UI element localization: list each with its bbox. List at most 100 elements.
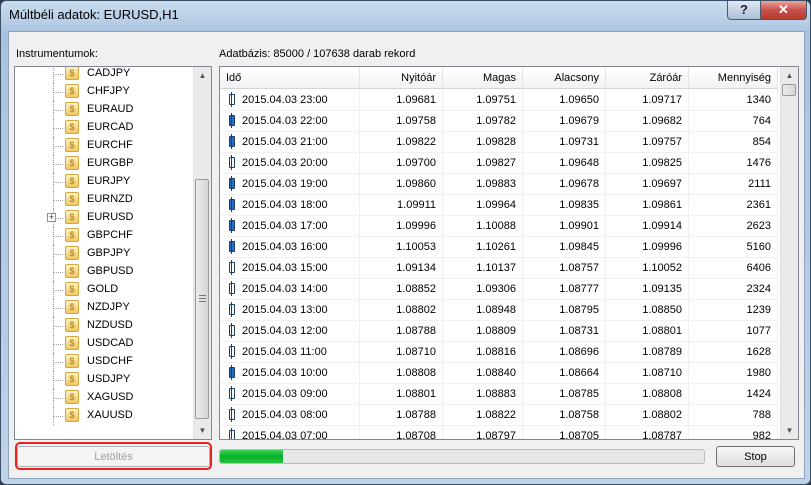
tree-item-eurchf[interactable]: $ EURCHF xyxy=(15,137,191,155)
value-cell[interactable]: 1.08785 xyxy=(523,383,606,405)
time-cell[interactable]: 2015.04.03 19:00 xyxy=(220,173,360,195)
tree-item-nzdusd[interactable]: $ NZDUSD xyxy=(15,317,191,335)
value-cell[interactable]: 1.09697 xyxy=(606,173,689,195)
time-cell[interactable]: 2015.04.03 08:00 xyxy=(220,404,360,426)
time-cell[interactable]: 2015.04.03 07:00 xyxy=(220,425,360,439)
value-cell[interactable]: 1.08809 xyxy=(443,320,523,342)
value-cell[interactable]: 1.08802 xyxy=(360,299,443,321)
instrument-tree[interactable]: ▲ ▼ $ CADJPY $ CHFJPY $ EURAUD $ EURCAD $ EURCHF $… xyxy=(14,66,212,440)
tree-scrollbar[interactable]: ▲ ▼ xyxy=(193,67,211,439)
value-cell[interactable]: 1.09845 xyxy=(523,236,606,258)
tree-item-gbpjpy[interactable]: $ GBPJPY xyxy=(15,245,191,263)
tree-item-xagusd[interactable]: $ XAGUSD xyxy=(15,389,191,407)
tree-item-nzdjpy[interactable]: $ NZDJPY xyxy=(15,299,191,317)
time-cell[interactable]: 2015.04.03 18:00 xyxy=(220,194,360,216)
value-cell[interactable]: 1.09757 xyxy=(606,131,689,153)
value-cell[interactable]: 1.09883 xyxy=(443,173,523,195)
value-cell[interactable]: 1.09911 xyxy=(360,194,443,216)
help-button[interactable]: ? xyxy=(727,1,761,20)
value-cell[interactable]: 1.09681 xyxy=(360,89,443,111)
value-cell[interactable]: 1628 xyxy=(689,341,778,363)
value-cell[interactable]: 1.09678 xyxy=(523,173,606,195)
time-cell[interactable]: 2015.04.03 17:00 xyxy=(220,215,360,237)
value-cell[interactable]: 1.08816 xyxy=(443,341,523,363)
value-cell[interactable]: 1.08757 xyxy=(523,257,606,279)
time-cell[interactable]: 2015.04.03 15:00 xyxy=(220,257,360,279)
value-cell[interactable]: 1.08696 xyxy=(523,341,606,363)
time-cell[interactable]: 2015.04.03 20:00 xyxy=(220,152,360,174)
tree-item-cadjpy[interactable]: $ CADJPY xyxy=(15,67,191,83)
scroll-down-arrow-icon[interactable]: ▼ xyxy=(781,422,798,439)
value-cell[interactable]: 1.10261 xyxy=(443,236,523,258)
value-cell[interactable]: 5160 xyxy=(689,236,778,258)
value-cell[interactable]: 1980 xyxy=(689,362,778,384)
value-cell[interactable]: 1.09835 xyxy=(523,194,606,216)
value-cell[interactable]: 1.09717 xyxy=(606,89,689,111)
tree-item-euraud[interactable]: $ EURAUD xyxy=(15,101,191,119)
value-cell[interactable]: 1.09679 xyxy=(523,110,606,132)
value-cell[interactable]: 788 xyxy=(689,404,778,426)
time-cell[interactable]: 2015.04.03 22:00 xyxy=(220,110,360,132)
value-cell[interactable]: 1.09828 xyxy=(443,131,523,153)
value-cell[interactable]: 1.09650 xyxy=(523,89,606,111)
expand-plus-icon[interactable]: + xyxy=(47,213,56,222)
value-cell[interactable]: 1.08808 xyxy=(360,362,443,384)
stop-button[interactable]: Stop xyxy=(716,446,795,467)
tree-item-eurjpy[interactable]: $ EURJPY xyxy=(15,173,191,191)
tree-item-usdjpy[interactable]: $ USDJPY xyxy=(15,371,191,389)
value-cell[interactable]: 1.08801 xyxy=(360,383,443,405)
time-cell[interactable]: 2015.04.03 16:00 xyxy=(220,236,360,258)
value-cell[interactable]: 1.08822 xyxy=(443,404,523,426)
column-header[interactable]: Záróár xyxy=(606,67,689,89)
value-cell[interactable]: 982 xyxy=(689,425,778,439)
value-cell[interactable]: 1476 xyxy=(689,152,778,174)
value-cell[interactable]: 1.09306 xyxy=(443,278,523,300)
value-cell[interactable]: 1.09901 xyxy=(523,215,606,237)
value-cell[interactable]: 2361 xyxy=(689,194,778,216)
column-header[interactable]: Magas xyxy=(443,67,523,89)
value-cell[interactable]: 1.08777 xyxy=(523,278,606,300)
value-cell[interactable]: 1.09996 xyxy=(360,215,443,237)
value-cell[interactable]: 1.08801 xyxy=(606,320,689,342)
value-cell[interactable]: 1.08797 xyxy=(443,425,523,439)
value-cell[interactable]: 1.10088 xyxy=(443,215,523,237)
value-cell[interactable]: 1.09822 xyxy=(360,131,443,153)
value-cell[interactable]: 1.09827 xyxy=(443,152,523,174)
value-cell[interactable]: 1.08710 xyxy=(606,362,689,384)
value-cell[interactable]: 1.08883 xyxy=(443,383,523,405)
column-header[interactable]: Nyitóár xyxy=(360,67,443,89)
value-cell[interactable]: 1.09134 xyxy=(360,257,443,279)
value-cell[interactable]: 1.08787 xyxy=(606,425,689,439)
time-cell[interactable]: 2015.04.03 21:00 xyxy=(220,131,360,153)
value-cell[interactable]: 1.08731 xyxy=(523,320,606,342)
tree-item-usdcad[interactable]: $ USDCAD xyxy=(15,335,191,353)
value-cell[interactable]: 1.08808 xyxy=(606,383,689,405)
scroll-down-arrow-icon[interactable]: ▼ xyxy=(194,422,211,439)
time-cell[interactable]: 2015.04.03 12:00 xyxy=(220,320,360,342)
tree-item-eurusd[interactable]: + $ EURUSD xyxy=(15,209,191,227)
value-cell[interactable]: 1.08664 xyxy=(523,362,606,384)
tree-item-eurcad[interactable]: $ EURCAD xyxy=(15,119,191,137)
value-cell[interactable]: 1.09825 xyxy=(606,152,689,174)
value-cell[interactable]: 854 xyxy=(689,131,778,153)
value-cell[interactable]: 1.08802 xyxy=(606,404,689,426)
value-cell[interactable]: 1.09964 xyxy=(443,194,523,216)
column-header[interactable]: Idő xyxy=(220,67,360,89)
value-cell[interactable]: 1.09135 xyxy=(606,278,689,300)
value-cell[interactable]: 1.10052 xyxy=(606,257,689,279)
value-cell[interactable]: 6406 xyxy=(689,257,778,279)
value-cell[interactable]: 1.08788 xyxy=(360,320,443,342)
table-scrollbar[interactable]: ▲ ▼ xyxy=(780,67,798,439)
value-cell[interactable]: 1424 xyxy=(689,383,778,405)
value-cell[interactable]: 1.08708 xyxy=(360,425,443,439)
tree-item-eurnzd[interactable]: $ EURNZD xyxy=(15,191,191,209)
value-cell[interactable]: 1.09914 xyxy=(606,215,689,237)
tree-item-gbpusd[interactable]: $ GBPUSD xyxy=(15,263,191,281)
time-cell[interactable]: 2015.04.03 14:00 xyxy=(220,278,360,300)
value-cell[interactable]: 1.08758 xyxy=(523,404,606,426)
value-cell[interactable]: 1.09996 xyxy=(606,236,689,258)
history-table[interactable]: ▲ ▼ Idő Nyitóár Magas Alacsony Záróár Mennyis… xyxy=(219,66,799,440)
value-cell[interactable]: 1.08840 xyxy=(443,362,523,384)
value-cell[interactable]: 1.08795 xyxy=(523,299,606,321)
value-cell[interactable]: 1.08948 xyxy=(443,299,523,321)
